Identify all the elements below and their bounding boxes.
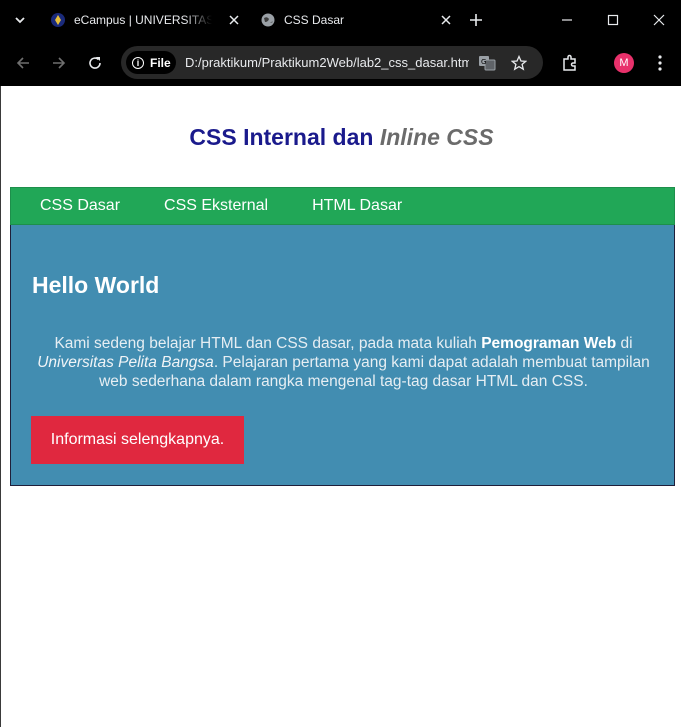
hero-paragraph: Kami sedeng belajar HTML dan CSS dasar, … [25,334,662,391]
maximize-button[interactable] [601,8,625,32]
tab-css-dasar[interactable]: CSS Dasar [252,4,460,36]
university-name: Universitas Pelita Bangsa [37,354,214,371]
more-vertical-icon [658,55,662,71]
nav-link-css-dasar[interactable]: CSS Dasar [11,197,142,215]
translate-icon: G [479,56,496,71]
svg-text:G: G [481,58,486,66]
menu-button[interactable] [648,51,672,75]
page-title: CSS Internal dan Inline CSS [1,124,681,151]
puzzle-icon [563,54,576,71]
hero-section: Hello World Kami sedeng belajar HTML dan… [10,225,675,486]
plus-icon [470,14,482,26]
tab-bar: eCampus | UNIVERSITAS PELITA CSS Dasar [0,0,681,40]
hero-text-part: di [616,335,633,352]
tab-search-button[interactable] [8,8,32,32]
close-icon [653,14,665,26]
more-info-button[interactable]: Informasi selengkapnya. [31,416,244,464]
tab-title: CSS Dasar [284,13,345,27]
close-window-button[interactable] [647,8,671,32]
hero-title: Hello World [32,272,160,298]
bookmark-button[interactable] [508,52,530,74]
heading-main-text: CSS Internal dan [189,124,380,150]
translate-button[interactable]: G [476,52,498,74]
nav-link-html-dasar[interactable]: HTML Dasar [290,197,424,215]
site-info-chip[interactable]: i File [126,51,176,74]
close-icon[interactable] [226,12,242,28]
course-name: Pemograman Web [481,335,617,352]
close-icon[interactable] [438,12,454,28]
tab-ecampus[interactable]: eCampus | UNIVERSITAS PELITA [42,4,248,36]
browser-toolbar: i File D:/praktikum/Praktikum2Web/lab2_c… [0,40,681,86]
avatar[interactable]: M [614,53,634,73]
globe-icon [260,12,276,28]
new-tab-button[interactable] [466,10,486,30]
url-text[interactable]: D:/praktikum/Praktikum2Web/lab2_css_dasa… [185,55,469,70]
web-page: CSS Internal dan Inline CSS CSS Dasar CS… [0,86,681,727]
reload-button[interactable] [83,51,107,75]
forward-button[interactable] [47,51,71,75]
back-button[interactable] [11,51,35,75]
heading-inline-text: Inline CSS [379,124,494,150]
chevron-down-icon [15,17,25,24]
arrow-right-icon [53,57,66,69]
university-logo-icon [50,12,66,28]
tab-title: eCampus | UNIVERSITAS PELITA [74,13,212,27]
scheme-label: File [150,55,171,70]
hero-text-part: Kami sedeng belajar HTML dan CSS dasar, … [54,335,482,352]
minimize-button[interactable] [555,8,579,32]
star-icon [511,55,527,71]
address-bar[interactable]: i File D:/praktikum/Praktikum2Web/lab2_c… [121,46,543,79]
info-icon: i [132,56,144,69]
minimize-icon [562,19,572,21]
extensions-button[interactable] [558,51,582,75]
maximize-icon [607,14,619,26]
nav-link-css-eksternal[interactable]: CSS Eksternal [142,197,290,215]
main-navigation: CSS Dasar CSS Eksternal HTML Dasar [10,187,675,225]
reload-icon [89,57,101,69]
arrow-left-icon [16,57,29,69]
